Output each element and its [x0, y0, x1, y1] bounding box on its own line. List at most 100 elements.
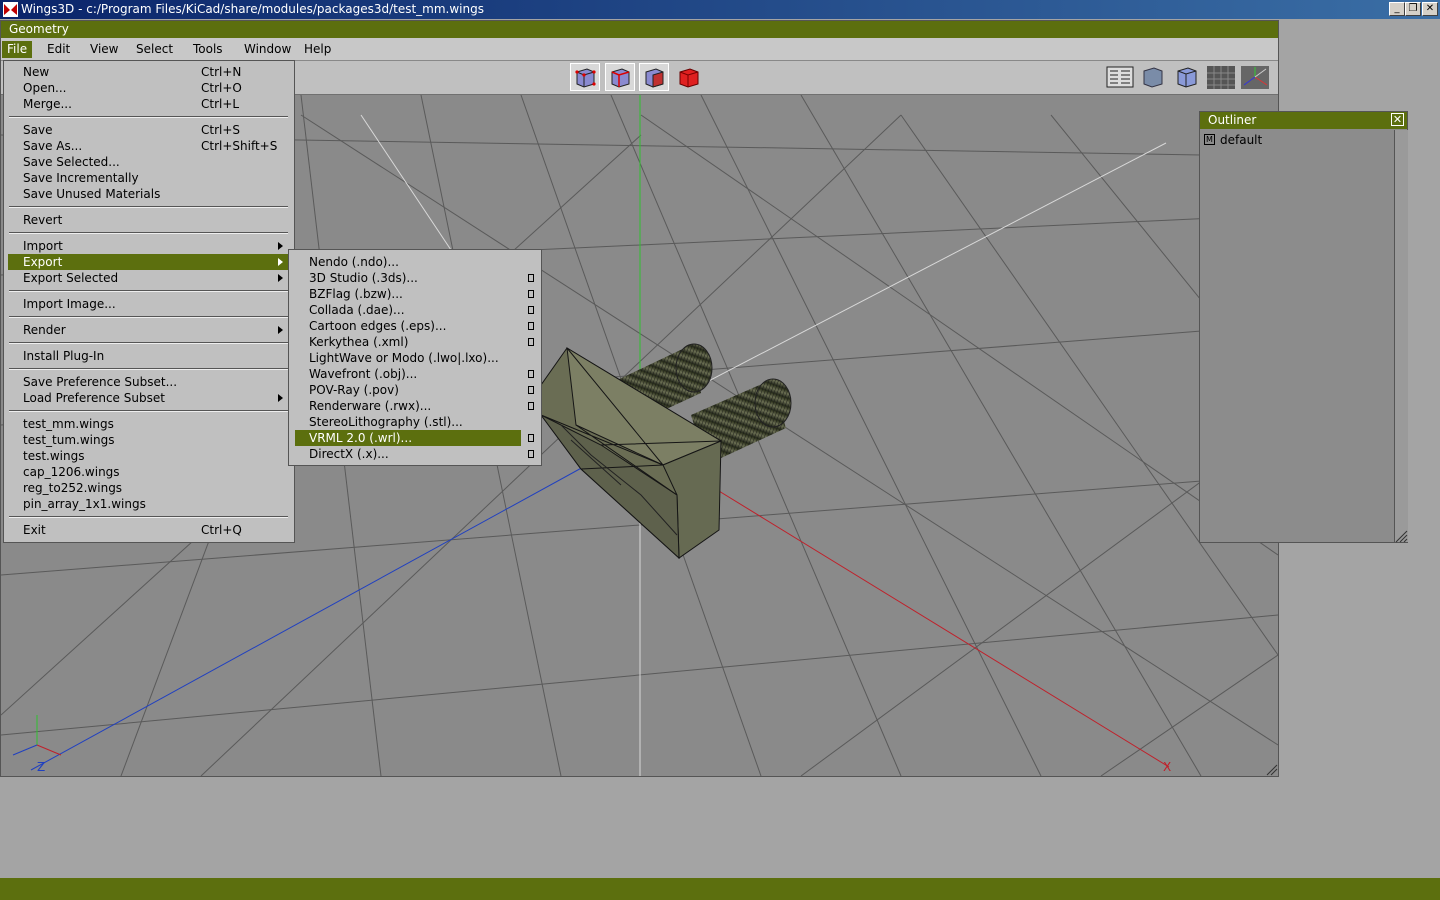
- menu-item-label: 3D Studio (.3ds)...: [309, 271, 418, 285]
- menu-item-label: Collada (.dae)...: [309, 303, 405, 317]
- menu-separator: [9, 206, 288, 208]
- file-menu-item[interactable]: Save Ctrl+S: [8, 122, 290, 138]
- file-menu-item[interactable]: Export Selected: [8, 270, 290, 286]
- menu-item-label: test_tum.wings: [23, 433, 115, 447]
- options-box-icon[interactable]: [528, 274, 534, 282]
- options-box-icon[interactable]: [528, 338, 534, 346]
- menu-item-label: test_mm.wings: [23, 417, 114, 431]
- body-select-mode-icon[interactable]: [674, 63, 704, 91]
- export-menu-item[interactable]: Nendo (.ndo)...: [295, 254, 521, 270]
- file-menu-item[interactable]: test_tum.wings: [8, 432, 290, 448]
- axes-icon[interactable]: [1240, 63, 1270, 91]
- close-icon[interactable]: ✕: [1391, 113, 1404, 126]
- menu-tools[interactable]: Tools: [188, 41, 228, 58]
- menu-separator: [9, 232, 288, 234]
- groundplane-icon[interactable]: [1206, 63, 1236, 91]
- options-box-icon[interactable]: [528, 450, 534, 458]
- menu-item-label: reg_to252.wings: [23, 481, 123, 495]
- menu-item-label: Render: [23, 323, 66, 337]
- file-menu-item[interactable]: Merge... Ctrl+L: [8, 96, 290, 112]
- menu-separator: [9, 316, 288, 318]
- file-menu-item[interactable]: Save As... Ctrl+Shift+S: [8, 138, 290, 154]
- export-menu-item[interactable]: Wavefront (.obj)...: [295, 366, 521, 382]
- menu-item-label: Save Unused Materials: [23, 187, 161, 201]
- menu-view[interactable]: View: [85, 41, 123, 58]
- menu-item-label: VRML 2.0 (.wrl)...: [309, 431, 413, 445]
- export-menu-item[interactable]: Cartoon edges (.eps)...: [295, 318, 521, 334]
- menu-select[interactable]: Select: [131, 41, 178, 58]
- menu-separator: [9, 116, 288, 118]
- minimize-button[interactable]: _: [1389, 2, 1405, 16]
- export-menu-item[interactable]: DirectX (.x)...: [295, 446, 521, 462]
- resize-handle-icon[interactable]: [1394, 529, 1408, 543]
- vertex-select-mode-icon[interactable]: [570, 63, 600, 91]
- menu-item-label: Revert: [23, 213, 63, 227]
- file-menu-item[interactable]: Save Unused Materials: [8, 186, 290, 202]
- export-menu-item[interactable]: POV-Ray (.pov): [295, 382, 521, 398]
- options-box-icon[interactable]: [528, 386, 534, 394]
- restore-button[interactable]: ❐: [1405, 2, 1421, 16]
- menu-edit[interactable]: Edit: [42, 41, 75, 58]
- options-box-icon[interactable]: [528, 306, 534, 314]
- submenu-arrow-icon: [278, 326, 283, 334]
- menu-item-label: Exit: [23, 523, 46, 537]
- face-select-mode-icon[interactable]: [639, 63, 669, 91]
- options-box-icon[interactable]: [528, 370, 534, 378]
- workmode-icon[interactable]: [1105, 63, 1135, 91]
- file-menu-item[interactable]: Render: [8, 322, 290, 338]
- outliner-window: [1199, 111, 1408, 543]
- export-menu-item[interactable]: 3D Studio (.3ds)...: [295, 270, 521, 286]
- menu-item-shortcut: Ctrl+N: [201, 65, 242, 79]
- file-menu-item[interactable]: Load Preference Subset: [8, 390, 290, 406]
- file-menu-item[interactable]: Save Selected...: [8, 154, 290, 170]
- window-title: Wings3D - c:/Program Files/KiCad/share/m…: [21, 2, 484, 16]
- file-menu-item[interactable]: Import Image...: [8, 296, 290, 312]
- menu-item-label: Renderware (.rwx)...: [309, 399, 432, 413]
- file-menu-item[interactable]: New Ctrl+N: [8, 64, 290, 80]
- menu-separator: [9, 368, 288, 370]
- export-menu-item[interactable]: Collada (.dae)...: [295, 302, 521, 318]
- menu-item-label: Export Selected: [23, 271, 119, 285]
- menu-item-label: Save As...: [23, 139, 83, 153]
- export-menu-item[interactable]: StereoLithography (.stl)...: [295, 414, 521, 430]
- options-box-icon[interactable]: [528, 434, 534, 442]
- file-menu-item[interactable]: test.wings: [8, 448, 290, 464]
- file-menu-item[interactable]: Revert: [8, 212, 290, 228]
- file-menu-item[interactable]: Open... Ctrl+O: [8, 80, 290, 96]
- menu-help[interactable]: Help: [299, 41, 336, 58]
- file-menu-item[interactable]: Install Plug-In: [8, 348, 290, 364]
- file-menu-item[interactable]: Save Preference Subset...: [8, 374, 290, 390]
- options-box-icon[interactable]: [528, 402, 534, 410]
- menu-item-label: Export: [23, 255, 63, 269]
- outliner-titlebar[interactable]: Outliner ✕: [1200, 112, 1407, 129]
- smooth-shading-icon[interactable]: [1138, 63, 1168, 91]
- export-menu-item[interactable]: LightWave or Modo (.lwo|.lxo)...: [295, 350, 521, 366]
- options-box-icon[interactable]: [528, 322, 534, 330]
- menu-item-shortcut: Ctrl+Shift+S: [201, 139, 278, 153]
- menu-item-label: Import: [23, 239, 63, 253]
- menu-item-shortcut: Ctrl+S: [201, 123, 241, 137]
- outliner-scrollbar[interactable]: [1394, 130, 1408, 542]
- export-menu-item[interactable]: Kerkythea (.xml): [295, 334, 521, 350]
- export-menu-item[interactable]: VRML 2.0 (.wrl)...: [295, 430, 521, 446]
- export-menu-item[interactable]: Renderware (.rwx)...: [295, 398, 521, 414]
- flat-shading-icon[interactable]: [1172, 63, 1202, 91]
- file-menu-item[interactable]: test_mm.wings: [8, 416, 290, 432]
- close-button[interactable]: ✕: [1422, 2, 1438, 16]
- file-menu-item[interactable]: Exit Ctrl+Q: [8, 522, 290, 538]
- menu-file[interactable]: File: [2, 41, 33, 58]
- geometry-titlebar[interactable]: Geometry: [1, 21, 1278, 38]
- menu-window[interactable]: Window: [239, 41, 296, 58]
- menu-item-label: Save Selected...: [23, 155, 120, 169]
- file-menu-item[interactable]: Save Incrementally: [8, 170, 290, 186]
- file-menu-item[interactable]: Import: [8, 238, 290, 254]
- export-submenu: Nendo (.ndo)... 3D Studio (.3ds)... BZFlag…: [288, 249, 542, 466]
- file-menu-item[interactable]: cap_1206.wings: [8, 464, 290, 480]
- edge-select-mode-icon[interactable]: [605, 63, 635, 91]
- export-menu-item[interactable]: BZFlag (.bzw)...: [295, 286, 521, 302]
- menu-item-label: Kerkythea (.xml): [309, 335, 409, 349]
- options-box-icon[interactable]: [528, 290, 534, 298]
- file-menu-item[interactable]: Export: [8, 254, 290, 270]
- file-menu-item[interactable]: reg_to252.wings: [8, 480, 290, 496]
- file-menu-item[interactable]: pin_array_1x1.wings: [8, 496, 290, 512]
